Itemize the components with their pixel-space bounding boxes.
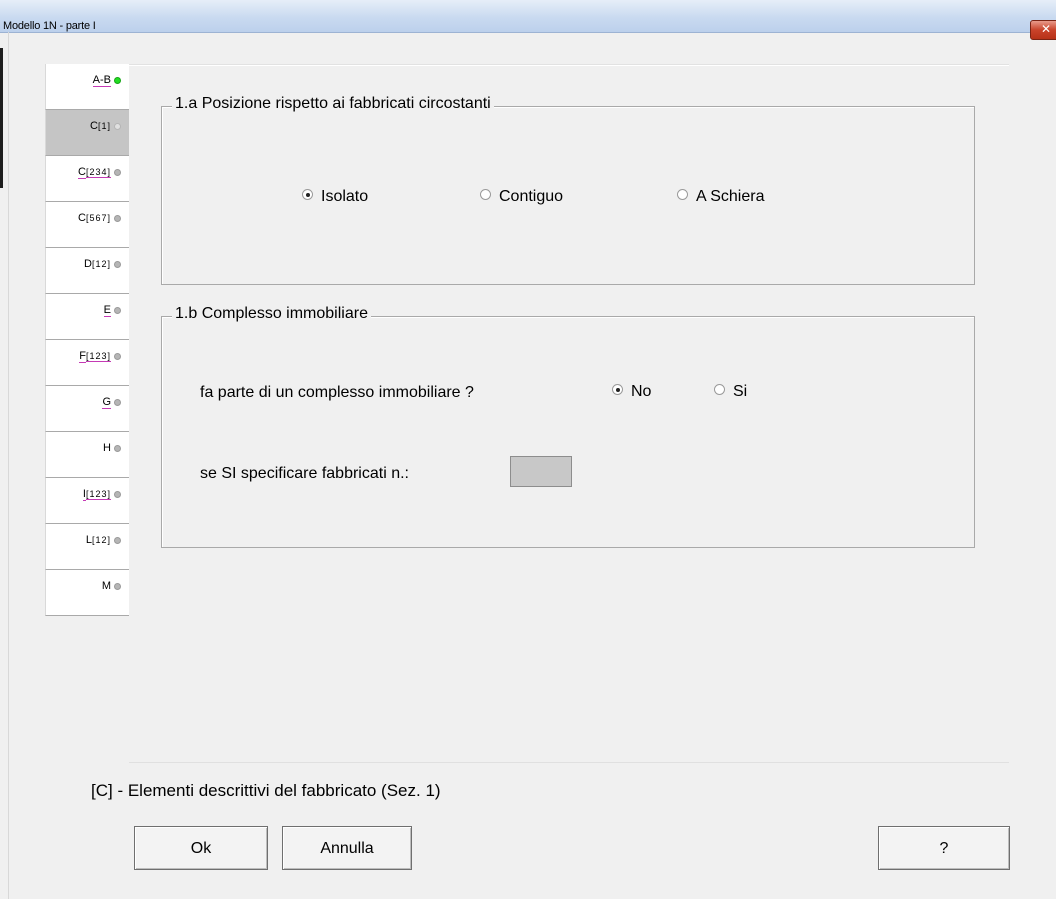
top-divider (129, 64, 1009, 66)
tab-sub-label: [123] (85, 489, 111, 500)
status-dot-icon (114, 307, 121, 314)
building-count-label: se SI specificare fabbricati n.: (200, 465, 409, 482)
tab-sub-label: [123] (85, 351, 111, 362)
tab-m[interactable]: M (45, 570, 129, 616)
tab-c567[interactable]: C[567] (45, 202, 129, 248)
radio-a-schiera[interactable]: A Schiera (677, 188, 764, 206)
radio-label: Contiguo (499, 188, 564, 205)
help-button[interactable]: ? (878, 826, 1010, 870)
radio-icon (612, 384, 623, 396)
status-dot-icon (114, 77, 121, 84)
status-dot-icon (114, 123, 121, 130)
radio-icon (480, 189, 491, 201)
radio-icon (714, 384, 725, 396)
tab-label: E (103, 304, 111, 317)
radio-no[interactable]: No (612, 383, 651, 401)
tab-a-b[interactable]: A-B (45, 64, 129, 110)
tab-label: D (84, 258, 92, 270)
radio-label: Isolato (321, 188, 369, 205)
window-edge (0, 48, 3, 188)
tab-label: M (101, 580, 111, 592)
tab-i123[interactable]: I[123] (45, 478, 129, 524)
tab-g[interactable]: G (45, 386, 129, 432)
tab-sub-label: [12] (91, 535, 111, 545)
window-title: Modello 1N - parte I (3, 20, 96, 32)
complex-question: fa parte di un complesso immobiliare ? (200, 384, 474, 401)
section-description: [C] - Elementi descrittivi del fabbricat… (91, 781, 441, 800)
complex-group-title: 1.b Complesso immobiliare (172, 305, 371, 323)
tab-sub-label: [234] (85, 167, 111, 178)
radio-icon (677, 189, 688, 201)
tab-label: C (78, 166, 86, 179)
status-dot-icon (114, 491, 121, 498)
tab-h[interactable]: H (45, 432, 129, 478)
tab-label: F (79, 350, 86, 363)
status-dot-icon (114, 215, 121, 222)
complex-group: 1.b Complesso immobiliare fa parte di un… (161, 305, 975, 548)
position-group: 1.a Posizione rispetto ai fabbricati cir… (161, 95, 975, 285)
tab-l12[interactable]: L[12] (45, 524, 129, 570)
status-divider (129, 762, 1009, 763)
radio-label: No (631, 383, 652, 400)
ok-button[interactable]: Ok (134, 826, 268, 870)
status-dot-icon (114, 261, 121, 268)
tab-label: H (103, 442, 111, 454)
tab-f123[interactable]: F[123] (45, 340, 129, 386)
status-dot-icon (114, 445, 121, 452)
tab-label: C (78, 212, 86, 224)
tab-label: A-B (92, 74, 111, 87)
status-dot-icon (114, 583, 121, 590)
building-count-field[interactable] (510, 456, 572, 487)
section-tabs: A-B C[1] C[234] C[567] D[12] E F[123] G … (45, 64, 129, 616)
status-dot-icon (114, 169, 121, 176)
radio-icon (302, 189, 313, 201)
tab-label: C (90, 120, 98, 132)
status-dot-icon (114, 353, 121, 360)
tab-c1[interactable]: C[1] (45, 110, 129, 156)
tab-c234[interactable]: C[234] (45, 156, 129, 202)
radio-label: Si (733, 383, 748, 400)
close-button[interactable]: ✕ (1030, 20, 1056, 40)
title-bar: Modello 1N - parte I ✕ (0, 0, 1056, 40)
cancel-button[interactable]: Annulla (282, 826, 412, 870)
radio-contiguo[interactable]: Contiguo (480, 188, 563, 206)
tab-e[interactable]: E (45, 294, 129, 340)
tab-d12[interactable]: D[12] (45, 248, 129, 294)
radio-label: A Schiera (696, 188, 765, 205)
tab-sub-label: [1] (97, 121, 111, 131)
tab-label: G (102, 396, 111, 409)
position-group-title: 1.a Posizione rispetto ai fabbricati cir… (172, 95, 494, 113)
radio-isolato[interactable]: Isolato (302, 188, 368, 206)
frame-divider (8, 32, 9, 899)
status-dot-icon (114, 399, 121, 406)
tab-sub-label: [12] (91, 259, 111, 269)
radio-si[interactable]: Si (714, 383, 747, 401)
tab-sub-label: [567] (85, 213, 111, 223)
status-dot-icon (114, 537, 121, 544)
